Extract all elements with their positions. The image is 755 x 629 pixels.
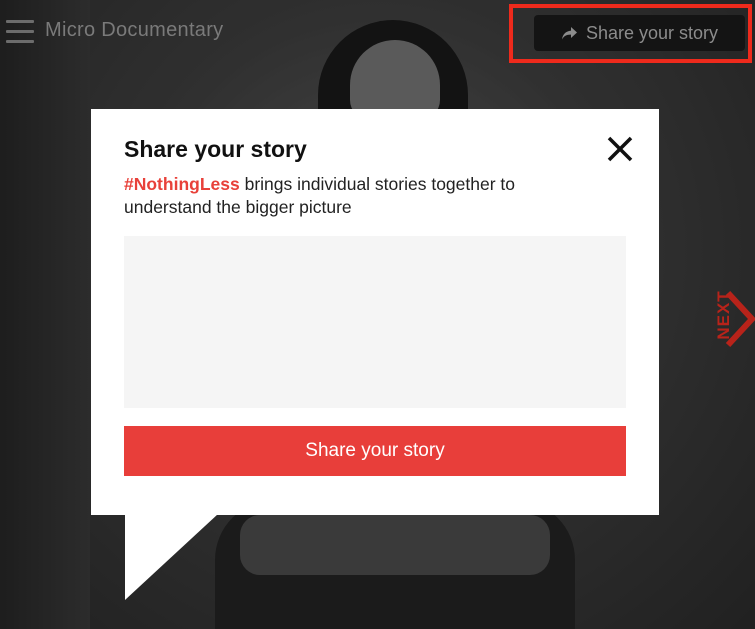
share-story-modal: Share your story #NothingLess brings ind…: [91, 109, 659, 515]
hashtag-link[interactable]: #NothingLess: [124, 174, 240, 194]
chevron-right-icon[interactable]: [724, 290, 755, 348]
site-title: Micro Documentary: [45, 19, 224, 41]
modal-title: Share your story: [124, 136, 307, 162]
hamburger-menu-icon[interactable]: [6, 20, 34, 44]
modal-description: #NothingLess brings individual stories t…: [124, 173, 604, 219]
submit-share-story-button[interactable]: Share your story: [124, 426, 626, 476]
modal-speech-tail: [125, 514, 218, 600]
share-button-label: Share your story: [585, 22, 719, 43]
share-arrow-icon: [561, 26, 577, 39]
story-textarea[interactable]: [124, 236, 626, 408]
share-your-story-button[interactable]: Share your story: [534, 15, 745, 51]
close-icon[interactable]: [606, 135, 634, 163]
